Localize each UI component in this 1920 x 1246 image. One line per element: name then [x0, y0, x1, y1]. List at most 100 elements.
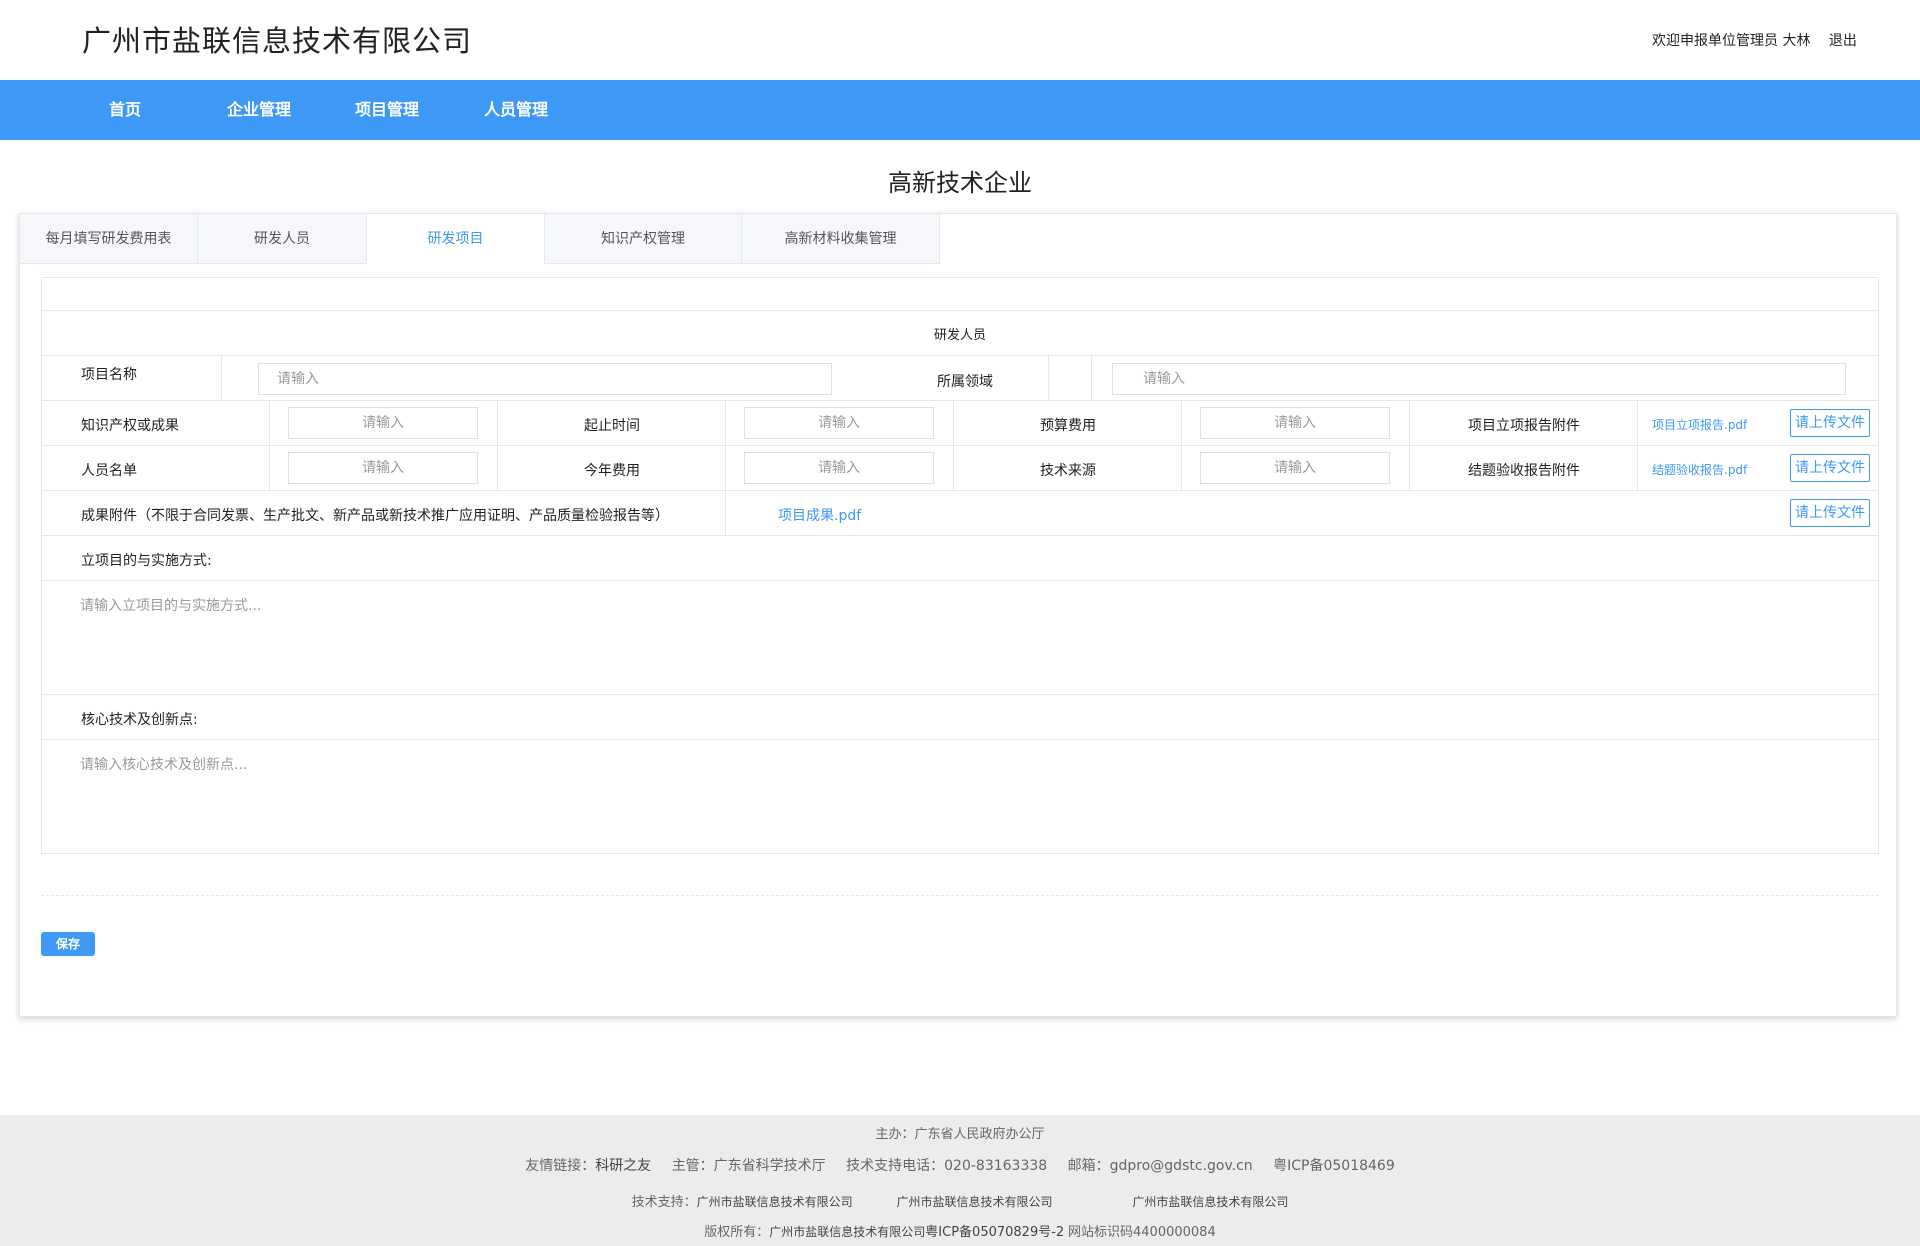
- field-input[interactable]: 请输入: [1112, 363, 1846, 395]
- nav-item-staff[interactable]: 人员管理: [484, 80, 548, 140]
- result-attach-label: 成果附件（不限于合同发票、生产批文、新产品或新技术推广应用证明、产品质量检验报告…: [81, 508, 669, 524]
- year-cost-label-cell: 今年费用: [498, 446, 726, 490]
- acceptance-upload-button[interactable]: 请上传文件: [1790, 454, 1870, 482]
- save-button[interactable]: 保存: [41, 932, 95, 956]
- period-label: 起止时间: [584, 418, 640, 434]
- field-input-cell: 请输入: [1092, 356, 1878, 400]
- acceptance-label-cell: 结题验收报告附件: [1410, 446, 1638, 490]
- budget-label-cell: 预算费用: [954, 401, 1182, 445]
- year-cost-label: 今年费用: [584, 463, 640, 479]
- form-row-staff: 人员名单 请输入 今年费用 请输入 技术来源 请输入 结题验收报告附件 结题验收…: [42, 446, 1878, 491]
- tab-monthly-rd-cost[interactable]: 每月填写研发费用表: [20, 214, 198, 264]
- core-textarea[interactable]: 请输入核心技术及创新点...: [42, 740, 1878, 853]
- budget-label: 预算费用: [1040, 418, 1096, 434]
- acceptance-file-cell: 结题验收报告.pdf 请上传文件: [1638, 446, 1878, 490]
- project-form: 研发人员 项目名称 请输入 所属领域 请输入 知识产权或成果 请输入 起止时间 …: [41, 277, 1879, 854]
- footer-icp: 粤ICP备05018469: [1273, 1158, 1395, 1174]
- ip-input[interactable]: 请输入: [288, 407, 478, 439]
- section-title: 研发人员: [933, 328, 986, 343]
- acceptance-file-link[interactable]: 结题验收报告.pdf: [1652, 461, 1747, 478]
- tech-source-input-cell: 请输入: [1182, 446, 1410, 490]
- header: 广州市盐联信息技术有限公司 欢迎申报单位管理员 大林 退出: [0, 0, 1920, 80]
- footer-supervisor: 主管：广东省科学技术厅: [671, 1158, 826, 1174]
- project-name-input[interactable]: 请输入: [258, 363, 832, 395]
- tech-source-input[interactable]: 请输入: [1200, 452, 1390, 484]
- nav-item-enterprise[interactable]: 企业管理: [227, 80, 291, 140]
- period-input[interactable]: 请输入: [744, 407, 934, 439]
- footer-links-line: 友情链接：科研之友 主管：广东省科学技术厅 技术支持电话：020-8316333…: [0, 1155, 1920, 1175]
- main-nav: 首页 企业管理 项目管理 人员管理: [0, 80, 1920, 140]
- footer-copyright-icp: 粤ICP备05070829号-2: [925, 1225, 1065, 1240]
- footer-copyright-company: 广州市盐联信息技术有限公司: [769, 1225, 926, 1239]
- form-row-result: 成果附件（不限于合同发票、生产批文、新产品或新技术推广应用证明、产品质量检验报告…: [42, 491, 1878, 536]
- year-cost-input[interactable]: 请输入: [744, 452, 934, 484]
- footer-site-code: 网站标识码4400000084: [1068, 1225, 1216, 1240]
- footer: 主办：广东省人民政府办公厅 友情链接：科研之友 主管：广东省科学技术厅 技术支持…: [0, 1115, 1920, 1246]
- core-placeholder: 请输入核心技术及创新点...: [80, 757, 248, 773]
- footer-link-keyan[interactable]: 科研之友: [595, 1158, 651, 1174]
- company-name: 广州市盐联信息技术有限公司: [82, 24, 473, 58]
- welcome-text: 欢迎申报单位管理员 大林: [1652, 33, 1811, 49]
- footer-host-text: 主办：广东省人民政府办公厅: [875, 1127, 1045, 1142]
- project-name-label: 项目名称: [81, 367, 137, 383]
- ip-label-cell: 知识产权或成果: [42, 401, 270, 445]
- result-label-cell: 成果附件（不限于合同发票、生产批文、新产品或新技术推广应用证明、产品质量检验报告…: [42, 491, 726, 535]
- result-file-link[interactable]: 项目成果.pdf: [778, 505, 861, 525]
- result-file-cell: 项目成果.pdf 请上传文件: [726, 491, 1878, 535]
- result-upload-button[interactable]: 请上传文件: [1790, 499, 1870, 527]
- field-label: 所属领域: [937, 374, 993, 390]
- staff-input-cell: 请输入: [270, 446, 498, 490]
- staff-label: 人员名单: [81, 463, 137, 479]
- footer-support-company-1: 广州市盐联信息技术有限公司: [696, 1195, 853, 1209]
- approval-file-cell: 项目立项报告.pdf 请上传文件: [1638, 401, 1878, 445]
- nav-item-home[interactable]: 首页: [109, 80, 141, 140]
- footer-copyright-line: 版权所有：广州市盐联信息技术有限公司粤ICP备05070829号-2 网站标识码…: [0, 1221, 1920, 1240]
- footer-email: 邮箱：gdpro@gdstc.gov.cn: [1067, 1158, 1253, 1174]
- footer-links-label: 友情链接：: [525, 1158, 596, 1174]
- approval-file-link[interactable]: 项目立项报告.pdf: [1652, 416, 1747, 433]
- tab-bar: 每月填写研发费用表 研发人员 研发项目 知识产权管理 高新材料收集管理: [20, 214, 940, 264]
- form-row-core-label: 核心技术及创新点:: [42, 695, 1878, 740]
- page-title: 高新技术企业: [888, 169, 1032, 197]
- tab-ip-management[interactable]: 知识产权管理: [545, 214, 742, 264]
- form-section-row: 研发人员: [42, 311, 1878, 356]
- ip-label: 知识产权或成果: [81, 418, 179, 434]
- purpose-textarea[interactable]: 请输入立项目的与实施方式...: [42, 581, 1878, 695]
- nav-item-projects[interactable]: 项目管理: [355, 80, 419, 140]
- ip-input-cell: 请输入: [270, 401, 498, 445]
- footer-support-label: 技术支持：: [631, 1195, 697, 1210]
- content-panel: 每月填写研发费用表 研发人员 研发项目 知识产权管理 高新材料收集管理 研发人员…: [19, 213, 1897, 1017]
- tech-source-label-cell: 技术来源: [954, 446, 1182, 490]
- footer-host: 主办：广东省人民政府办公厅: [0, 1123, 1920, 1142]
- form-spacer-row: [42, 278, 1878, 311]
- tab-material-collection[interactable]: 高新材料收集管理: [742, 214, 940, 264]
- name-label-cell: 项目名称: [42, 356, 222, 400]
- budget-input-cell: 请输入: [1182, 401, 1410, 445]
- tab-rd-staff[interactable]: 研发人员: [198, 214, 367, 264]
- footer-copyright-label: 版权所有：: [704, 1225, 770, 1240]
- acceptance-attach-label: 结题验收报告附件: [1468, 463, 1580, 479]
- form-divider: [41, 895, 1879, 896]
- approval-attach-label: 项目立项报告附件: [1468, 418, 1580, 434]
- form-row-purpose-label: 立项目的与实施方式:: [42, 536, 1878, 581]
- footer-support-company-3: 广州市盐联信息技术有限公司: [1132, 1195, 1289, 1209]
- period-label-cell: 起止时间: [498, 401, 726, 445]
- field-label-cell: 所属领域: [869, 356, 1092, 400]
- form-row-ip: 知识产权或成果 请输入 起止时间 请输入 预算费用 请输入 项目立项报告附件 项…: [42, 401, 1878, 446]
- form-row-name: 项目名称 请输入 所属领域 请输入: [42, 356, 1878, 401]
- tech-source-label: 技术来源: [1040, 463, 1096, 479]
- budget-input[interactable]: 请输入: [1200, 407, 1390, 439]
- purpose-placeholder: 请输入立项目的与实施方式...: [80, 598, 262, 614]
- core-label: 核心技术及创新点:: [81, 712, 198, 728]
- purpose-label: 立项目的与实施方式:: [81, 553, 212, 569]
- logout-link[interactable]: 退出: [1829, 33, 1857, 49]
- staff-input[interactable]: 请输入: [288, 452, 478, 484]
- approval-upload-button[interactable]: 请上传文件: [1790, 409, 1870, 437]
- approval-label-cell: 项目立项报告附件: [1410, 401, 1638, 445]
- tab-rd-projects[interactable]: 研发项目: [367, 214, 545, 264]
- footer-support-company-2: 广州市盐联信息技术有限公司: [896, 1195, 1053, 1209]
- year-cost-input-cell: 请输入: [726, 446, 954, 490]
- footer-support-line: 技术支持：广州市盐联信息技术有限公司 广州市盐联信息技术有限公司 广州市盐联信息…: [0, 1191, 1920, 1210]
- period-input-cell: 请输入: [726, 401, 954, 445]
- footer-phone: 技术支持电话：020-83163338: [846, 1158, 1048, 1174]
